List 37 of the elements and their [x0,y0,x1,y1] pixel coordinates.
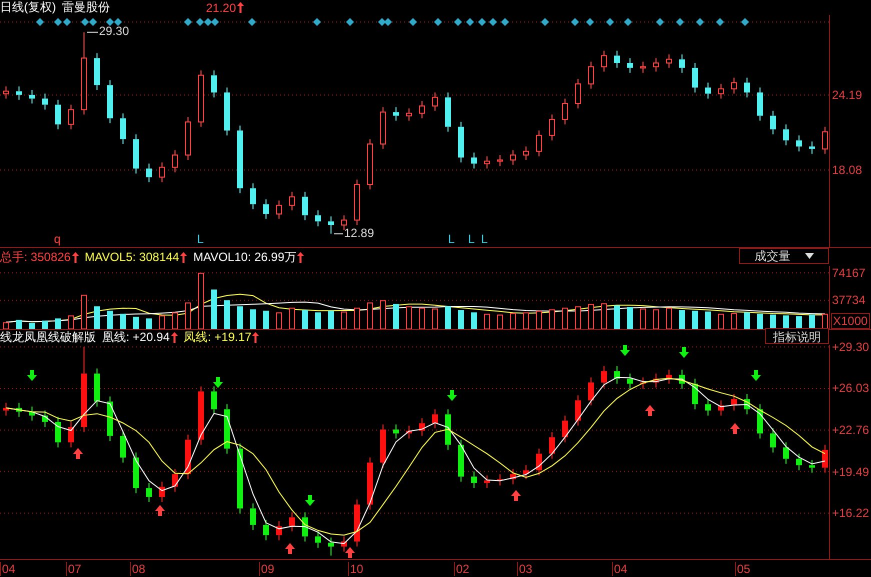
axis-label: 02 [454,562,470,576]
axis-label: +26.03 [832,381,870,396]
signal-mark: L [197,233,204,246]
high-price-label: 29.30 [99,25,130,38]
axis-label: 03 [517,562,532,576]
axis-label: 05 [735,562,750,576]
signal-mark: L [468,233,475,246]
axis-label: +16.22 [832,506,870,520]
low-price-label: 12.89 [344,226,374,240]
indicator-dropdown[interactable]: 成交量 [739,248,829,264]
axis-label: 07 [66,562,82,576]
axis-label: 10 [348,562,364,576]
axis-label: +22.76 [832,423,870,438]
axis-label: 04 [0,562,16,576]
legend-label: 凤线: +19.17 [184,329,252,346]
axis-label: 08 [130,562,146,576]
axis-label: 18.08 [832,163,862,178]
legend-label: MAVOL10: 26.99万 [193,248,296,266]
legend-label: 总手: 350826 [0,248,71,266]
axis-label: +29.30 [832,340,870,354]
axis-label: 74167 [832,266,866,280]
axis-label: 09 [259,562,274,576]
axis-label: +19.49 [832,464,870,479]
axis-label: 04 [612,562,628,576]
legend-label: MAVOL5: 308144 [84,250,180,264]
signal-mark: L [481,233,488,246]
unit-label: X1000 [831,313,870,329]
axis-label: 24.19 [832,88,862,102]
indicator-title: 线龙凤凰线破解版 [0,329,96,346]
stock-name: 雷曼股份 [62,0,110,16]
legend-label: 凰线: +20.94 [102,329,170,346]
price-value: 21.20 [206,0,236,14]
chart-period-label: 日线(复权) [0,0,56,16]
signal-mark: q [54,233,61,246]
signal-mark: L [448,233,455,246]
axis-label: 37734 [832,293,866,308]
indicator-help-button[interactable]: 指标说明 [765,328,829,344]
